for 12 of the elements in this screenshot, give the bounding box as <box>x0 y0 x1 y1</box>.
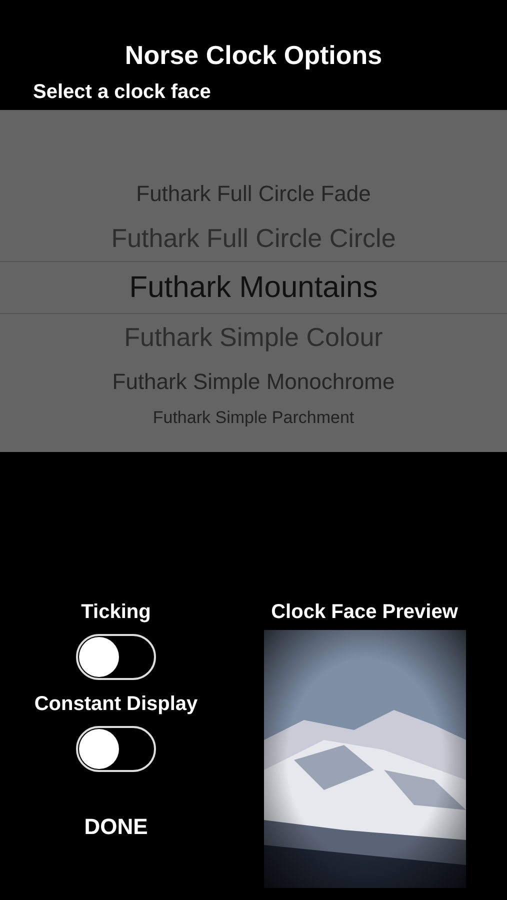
screen-title: Norse Clock Options <box>124 39 384 70</box>
section-label: Select a clock face <box>33 80 212 104</box>
picker-option[interactable]: Futhark Simple Parchment <box>0 403 507 433</box>
preview-label: Clock Face Preview <box>271 600 458 624</box>
picker-option[interactable]: Futhark Full Circle Fade <box>0 172 507 215</box>
picker-option[interactable]: Futhark Simple Monochrome <box>0 360 507 403</box>
done-button[interactable]: DONE <box>76 810 156 844</box>
picker-option[interactable]: Futhark Mountains <box>0 261 507 314</box>
toggle-switch[interactable] <box>76 634 156 680</box>
toggle-label: Constant Display <box>34 692 198 716</box>
toggle-label: Ticking <box>81 600 151 624</box>
toggle-switch[interactable] <box>76 726 156 772</box>
